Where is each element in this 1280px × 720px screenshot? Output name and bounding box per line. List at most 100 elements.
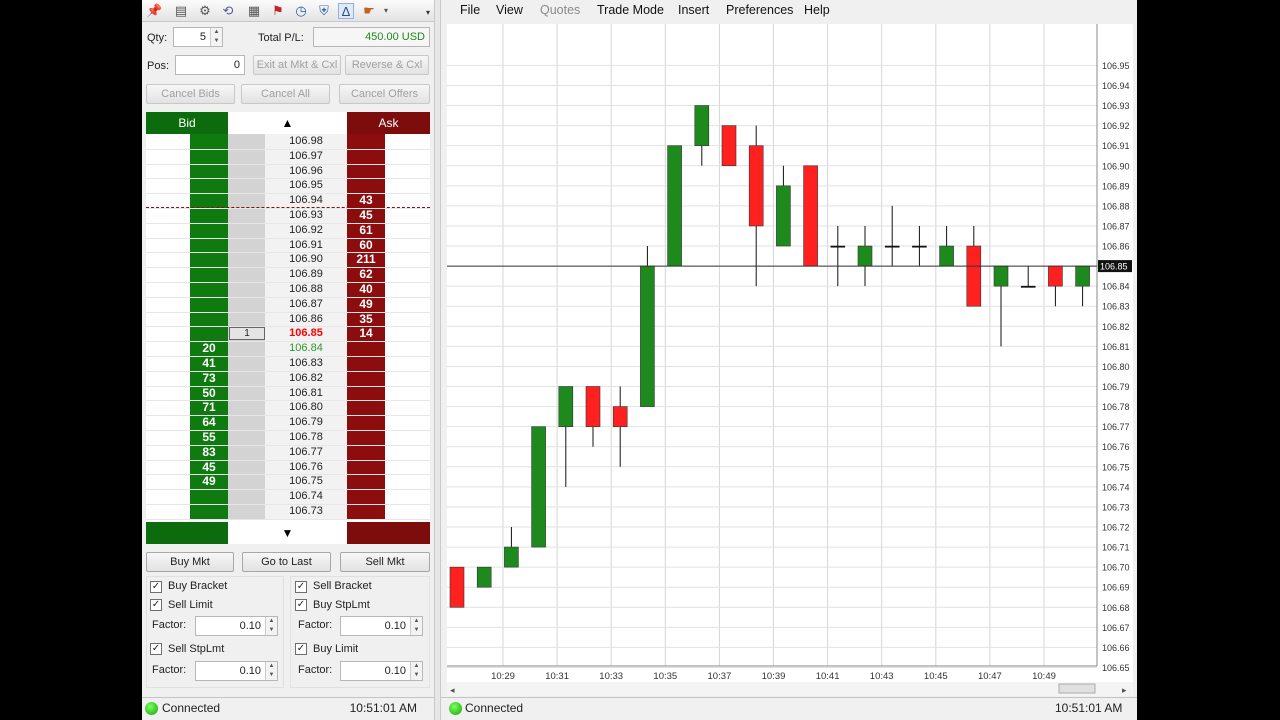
factor-spin-icon[interactable]: ▲ ▼ [265, 662, 277, 680]
factor-spin-icon[interactable]: ▲ ▼ [265, 617, 277, 635]
candle-body [912, 245, 927, 248]
clock-time-right: 10:51:01 AM [1055, 701, 1123, 715]
factor-input-4[interactable]: 0.10 ▲ ▼ [340, 661, 423, 681]
ladder-price[interactable]: 106.85 [265, 326, 347, 341]
shield-icon[interactable]: ⛨ [316, 3, 332, 19]
buy-mkt-button[interactable]: Buy Mkt [146, 552, 234, 572]
clock-icon[interactable]: ◷ [293, 3, 309, 19]
exit-at-mkt-button[interactable]: Exit at Mkt & Cxl [253, 55, 341, 75]
ladder-price[interactable]: 106.86 [265, 312, 347, 327]
ladder-price[interactable]: 106.79 [265, 415, 347, 430]
ladder-scroll-up-icon[interactable]: ▲ [228, 112, 347, 134]
ask-quantity: 211 [356, 252, 376, 267]
menu-quotes[interactable]: Quotes [540, 3, 580, 17]
ladder-price[interactable]: 106.91 [265, 238, 347, 253]
ladder-price[interactable]: 106.82 [265, 371, 347, 386]
ladder-price[interactable]: 106.97 [265, 149, 347, 164]
flag-icon[interactable]: ⚑ [270, 3, 286, 19]
buy-bracket-checkbox[interactable]: ✓ [150, 581, 162, 593]
sell-bracket-checkbox[interactable]: ✓ [295, 581, 307, 593]
menu-preferences[interactable]: Preferences [726, 3, 793, 17]
total-pl-value: 450.00 USD [313, 27, 430, 47]
sell-limit-label: Sell Limit [168, 599, 213, 611]
qty-stepper[interactable]: 5 ▲ ▼ [173, 27, 223, 47]
ladder-price[interactable]: 106.87 [265, 297, 347, 312]
reverse-button[interactable]: Reverse & Cxl [345, 55, 429, 75]
factor-spin-icon[interactable]: ▲ ▼ [410, 617, 422, 635]
y-tick-label: 106.86 [1102, 242, 1130, 252]
toolbar-overflow-icon[interactable]: ▾ [426, 8, 430, 17]
window-splitter[interactable] [434, 0, 441, 720]
y-tick-label: 106.79 [1102, 382, 1130, 392]
pin-icon[interactable]: 📌 [146, 3, 162, 19]
sell-mkt-button[interactable]: Sell Mkt [340, 552, 430, 572]
sell-stplmt-checkbox[interactable]: ✓ [150, 643, 162, 655]
candlestick-chart[interactable]: 10:29 10:31 10:33 10:35 10:37 10:39 10:41 10:43… [447, 24, 1133, 696]
factor-input-3[interactable]: 0.10 ▲ ▼ [195, 661, 278, 681]
go-to-last-button[interactable]: Go to Last [242, 552, 331, 572]
ladder-price[interactable]: 106.88 [265, 282, 347, 297]
cancel-offers-button[interactable]: Cancel Offers [339, 84, 430, 104]
ladder-price[interactable]: 106.94 [265, 193, 347, 208]
ladder-price[interactable]: 106.90 [265, 252, 347, 267]
pos-label: Pos: [147, 60, 170, 72]
qty-spin-icon[interactable]: ▲ ▼ [210, 28, 222, 46]
ladder-price[interactable]: 106.98 [265, 134, 347, 149]
factor-input-2[interactable]: 0.10 ▲ ▼ [340, 616, 423, 636]
ladder-price[interactable]: 106.93 [265, 208, 347, 223]
x-tick-label: 10:47 [978, 671, 1002, 682]
y-tick-label: 106.75 [1102, 462, 1130, 472]
ladder-price[interactable]: 106.92 [265, 223, 347, 238]
ladder-price[interactable]: 106.89 [265, 267, 347, 282]
ask-quantity: 35 [359, 311, 373, 326]
y-tick-label: 106.72 [1102, 523, 1130, 533]
ladder-price[interactable]: 106.81 [265, 386, 347, 401]
cursor-tool-icon[interactable]: ☛ [361, 3, 377, 19]
report-icon[interactable]: ▦ [246, 3, 262, 19]
ladder-price[interactable]: 106.73 [265, 504, 347, 519]
chart-canvas[interactable]: 10:29 10:31 10:33 10:35 10:37 10:39 10:41 10:43… [447, 24, 1133, 696]
ladder-price[interactable]: 106.95 [265, 178, 347, 193]
y-tick-label: 106.81 [1102, 342, 1130, 352]
ask-header: Ask [347, 112, 430, 134]
y-tick-label: 106.71 [1102, 543, 1130, 553]
candle-body [966, 245, 982, 307]
buy-limit-checkbox[interactable]: ✓ [295, 643, 307, 655]
cancel-all-button[interactable]: Cancel All [241, 84, 330, 104]
cancel-bids-button[interactable]: Cancel Bids [146, 84, 235, 104]
menu-file[interactable]: File [460, 3, 480, 17]
ladder-price[interactable]: 106.84 [265, 341, 347, 356]
working-order[interactable]: 1 [229, 327, 265, 341]
trading-panel: 📌 ▤ ⚙ ⟲ ▦ ⚑ ◷ ⛨ ∆ ☛ ▾ ▾ Qty: 5 ▲ ▼ Total … [142, 0, 434, 720]
ladder-price[interactable]: 106.96 [265, 164, 347, 179]
ladder-scroll-down-icon[interactable]: ▼ [228, 522, 347, 544]
connection-status: Connected [162, 701, 221, 715]
sell-limit-checkbox[interactable]: ✓ [150, 599, 162, 611]
chevron-down-icon[interactable]: ▾ [378, 3, 394, 19]
swirl-icon[interactable]: ⟲ [220, 3, 236, 19]
ask-quantity: 60 [359, 237, 373, 252]
candle-body [640, 265, 655, 407]
ladder-price[interactable]: 106.80 [265, 400, 347, 415]
ladder-price[interactable]: 106.76 [265, 460, 347, 475]
factor-spin-icon[interactable]: ▲ ▼ [410, 662, 422, 680]
draw-tool-icon[interactable]: ∆ [338, 3, 354, 19]
menu-trade-mode[interactable]: Trade Mode [597, 3, 664, 17]
bid-quantity: 50 [202, 385, 216, 400]
gear-icon[interactable]: ⚙ [197, 3, 213, 19]
candle-body [803, 165, 818, 267]
ladder-price[interactable]: 106.77 [265, 445, 347, 460]
ladder-price[interactable]: 106.75 [265, 474, 347, 489]
ladder-price[interactable]: 106.78 [265, 430, 347, 445]
menu-insert[interactable]: Insert [678, 3, 709, 17]
clipboard-icon[interactable]: ▤ [173, 3, 189, 19]
menu-view[interactable]: View [496, 3, 523, 17]
y-tick-label: 106.90 [1102, 161, 1130, 171]
factor-value-2: 0.10 [384, 620, 406, 632]
ladder-price[interactable]: 106.74 [265, 489, 347, 504]
ladder-price[interactable]: 106.83 [265, 356, 347, 371]
menu-help[interactable]: Help [804, 3, 830, 17]
factor-input-1[interactable]: 0.10 ▲ ▼ [195, 616, 278, 636]
bid-quantity: 83 [202, 444, 216, 459]
buy-stplmt-checkbox[interactable]: ✓ [295, 599, 307, 611]
